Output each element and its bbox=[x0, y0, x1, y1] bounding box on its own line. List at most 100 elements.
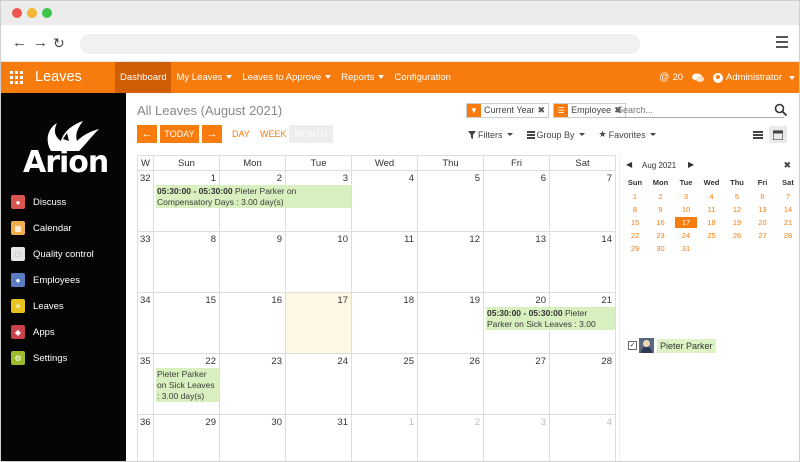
day-cell[interactable]: 7 bbox=[550, 171, 616, 232]
close-window-button[interactable] bbox=[12, 8, 22, 18]
day-cell[interactable]: 8 bbox=[154, 232, 220, 293]
day-cell[interactable]: 23 bbox=[220, 354, 286, 415]
calendar-view-button[interactable] bbox=[769, 126, 787, 143]
day-cell[interactable]: 12 bbox=[418, 232, 484, 293]
day-cell[interactable]: 1 bbox=[352, 415, 418, 461]
mini-day[interactable]: 10 bbox=[675, 204, 697, 215]
mini-day[interactable]: 19 bbox=[726, 217, 748, 228]
browser-menu-icon[interactable] bbox=[776, 36, 788, 51]
sidebar-item-quality-control[interactable]: □ Quality control bbox=[11, 246, 94, 262]
day-cell[interactable]: 28 bbox=[550, 354, 616, 415]
day-cell[interactable]: 17 bbox=[286, 293, 352, 354]
day-cell[interactable]: 6 bbox=[484, 171, 550, 232]
week-view-button[interactable]: WEEK bbox=[260, 125, 287, 143]
mini-day[interactable]: 9 bbox=[650, 204, 672, 215]
leave-event[interactable]: 05:30:00 - 05:30:00 Pieter Parker on Com… bbox=[156, 185, 351, 208]
day-view-button[interactable]: DAY bbox=[232, 125, 250, 143]
sidebar-item-employees[interactable]: ● Employees bbox=[11, 272, 80, 288]
mini-day[interactable]: 14 bbox=[777, 204, 799, 215]
close-icon[interactable]: ✖ bbox=[783, 160, 791, 171]
mini-day[interactable]: 16 bbox=[650, 217, 672, 228]
day-cell[interactable]: 4 bbox=[352, 171, 418, 232]
mini-day[interactable]: 26 bbox=[726, 230, 748, 241]
notifications-button[interactable]: @ 20 bbox=[659, 72, 683, 83]
mini-day[interactable]: 4 bbox=[701, 191, 723, 202]
attendee-filter-item[interactable]: ✓ Pieter Parker bbox=[628, 338, 716, 353]
mini-day[interactable]: 30 bbox=[650, 243, 672, 254]
search-icon[interactable] bbox=[774, 103, 788, 117]
mini-next-icon[interactable]: ▶ bbox=[688, 160, 694, 169]
mini-day[interactable]: 23 bbox=[650, 230, 672, 241]
forward-icon[interactable]: → bbox=[33, 34, 48, 52]
day-cell[interactable]: 3 bbox=[484, 415, 550, 461]
day-cell[interactable]: 19 bbox=[418, 293, 484, 354]
day-cell[interactable]: 2 bbox=[418, 415, 484, 461]
menu-item-my-leaves[interactable]: My Leaves bbox=[171, 62, 237, 93]
day-cell[interactable]: 5 bbox=[418, 171, 484, 232]
day-cell[interactable]: 31 bbox=[286, 415, 352, 461]
day-cell[interactable]: 16 bbox=[220, 293, 286, 354]
mini-day[interactable]: 12 bbox=[726, 204, 748, 215]
messages-button[interactable] bbox=[692, 73, 705, 83]
month-view-button[interactable]: MONTH bbox=[289, 125, 333, 143]
next-button[interactable]: → bbox=[202, 125, 222, 143]
mini-day[interactable]: 11 bbox=[701, 204, 723, 215]
sidebar-item-leaves[interactable]: ☀ Leaves bbox=[11, 298, 64, 314]
mini-day[interactable]: 25 bbox=[701, 230, 723, 241]
day-cell[interactable]: 14 bbox=[550, 232, 616, 293]
mini-day[interactable]: 29 bbox=[624, 243, 646, 254]
sidebar-item-discuss[interactable]: ● Discuss bbox=[11, 194, 66, 210]
mini-day[interactable]: 31 bbox=[675, 243, 697, 254]
mini-day[interactable]: 3 bbox=[675, 191, 697, 202]
url-field[interactable] bbox=[80, 34, 640, 54]
mini-day[interactable]: 6 bbox=[752, 191, 774, 202]
day-cell[interactable]: 11 bbox=[352, 232, 418, 293]
sidebar-item-apps[interactable]: ◆ Apps bbox=[11, 324, 55, 340]
menu-item-configuration[interactable]: Configuration bbox=[389, 62, 456, 93]
mini-day[interactable]: 7 bbox=[777, 191, 799, 202]
mini-prev-icon[interactable]: ◀ bbox=[626, 160, 632, 169]
previous-button[interactable]: ← bbox=[137, 125, 157, 143]
day-cell[interactable]: 26 bbox=[418, 354, 484, 415]
mini-day[interactable]: 18 bbox=[701, 217, 723, 228]
day-cell[interactable]: 9 bbox=[220, 232, 286, 293]
mini-day[interactable]: 13 bbox=[752, 204, 774, 215]
day-cell[interactable]: 25 bbox=[352, 354, 418, 415]
remove-facet-icon[interactable]: ✖ bbox=[538, 104, 549, 117]
leave-event[interactable]: 05:30:00 - 05:30:00 Pieter Parker on Sic… bbox=[486, 307, 615, 330]
mini-day[interactable]: 17 bbox=[675, 217, 697, 228]
favorites-dropdown[interactable]: ★ Favorites bbox=[599, 129, 656, 140]
mini-day[interactable]: 28 bbox=[777, 230, 799, 241]
mini-day[interactable]: 22 bbox=[624, 230, 646, 241]
day-cell[interactable]: 10 bbox=[286, 232, 352, 293]
attendee-checkbox[interactable]: ✓ bbox=[628, 341, 637, 350]
day-cell[interactable]: 15 bbox=[154, 293, 220, 354]
mini-day[interactable]: 24 bbox=[675, 230, 697, 241]
search-input[interactable]: Search... bbox=[616, 103, 784, 118]
sidebar-item-settings[interactable]: ⚙ Settings bbox=[11, 350, 67, 366]
menu-item-leaves-to-approve[interactable]: Leaves to Approve bbox=[237, 62, 336, 93]
mini-day[interactable]: 1 bbox=[624, 191, 646, 202]
filters-dropdown[interactable]: Filters bbox=[468, 129, 513, 140]
today-button[interactable]: TODAY bbox=[160, 125, 199, 143]
day-cell[interactable]: 29 bbox=[154, 415, 220, 461]
mini-day[interactable]: 21 bbox=[777, 217, 799, 228]
day-cell[interactable]: 4 bbox=[550, 415, 616, 461]
leave-event[interactable]: Pieter Parker on Sick Leaves : 3.00 day(… bbox=[156, 368, 219, 402]
list-view-button[interactable] bbox=[749, 126, 767, 143]
mini-day[interactable]: 2 bbox=[650, 191, 672, 202]
mini-day[interactable]: 8 bbox=[624, 204, 646, 215]
day-cell[interactable]: 30 bbox=[220, 415, 286, 461]
group-by-dropdown[interactable]: Group By bbox=[526, 129, 585, 140]
maximize-window-button[interactable] bbox=[42, 8, 52, 18]
app-switcher-icon[interactable] bbox=[10, 71, 23, 84]
mini-day[interactable]: 15 bbox=[624, 217, 646, 228]
sidebar-item-calendar[interactable]: ▦ Calendar bbox=[11, 220, 72, 236]
minimize-window-button[interactable] bbox=[27, 8, 37, 18]
menu-item-dashboard[interactable]: Dashboard bbox=[115, 62, 172, 93]
day-cell[interactable]: 13 bbox=[484, 232, 550, 293]
mini-day[interactable]: 5 bbox=[726, 191, 748, 202]
mini-day[interactable]: 27 bbox=[752, 230, 774, 241]
reload-icon[interactable]: ↻ bbox=[53, 34, 65, 52]
day-cell[interactable]: 27 bbox=[484, 354, 550, 415]
